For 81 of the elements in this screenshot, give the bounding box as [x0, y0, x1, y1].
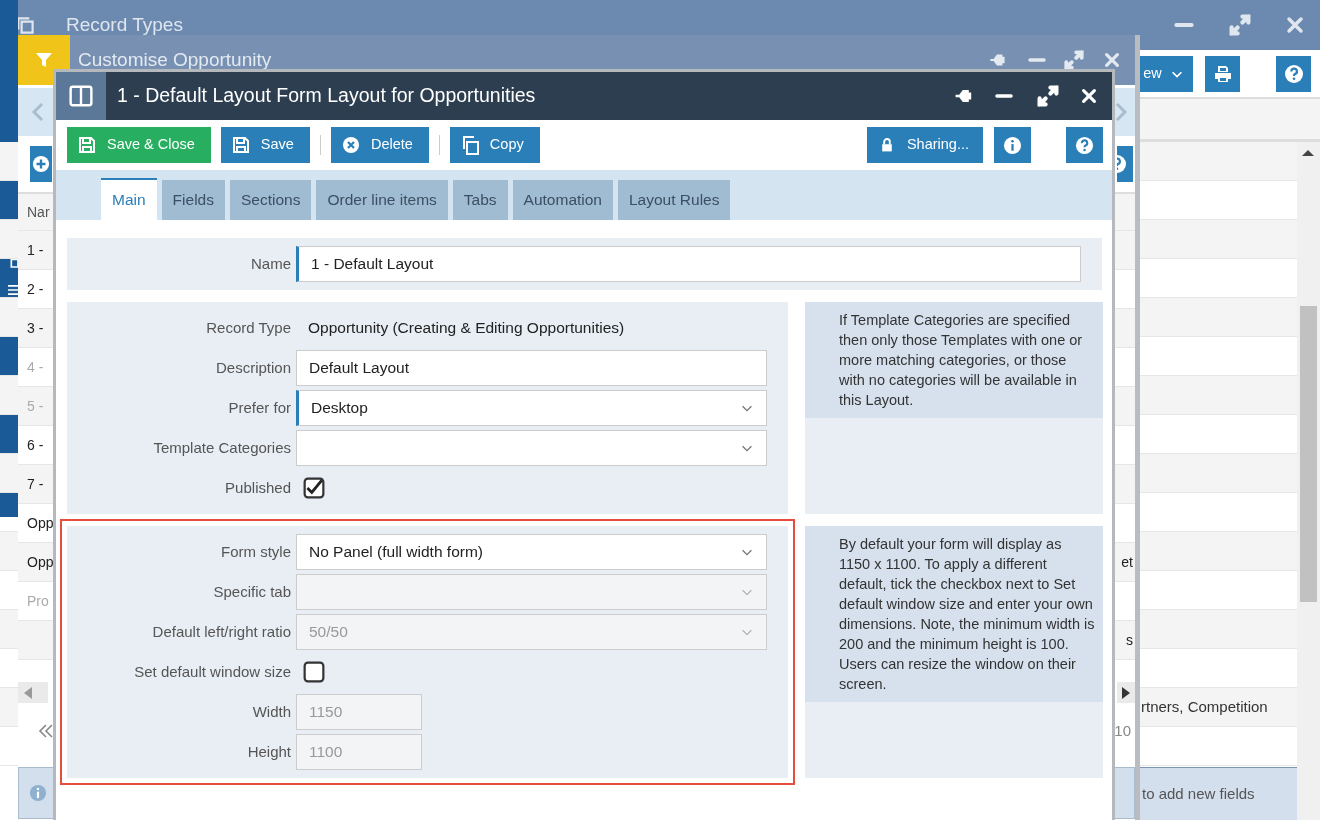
- info-text: If Template Categories are specified then only those Templates with one or more matching categories, or those with no categories will be available in this Layout.: [805, 302, 1103, 418]
- view-dropdown-button[interactable]: ew: [1140, 55, 1193, 92]
- table-cell-text: 6 -: [27, 435, 44, 455]
- tab[interactable]: Main: [101, 178, 157, 220]
- scrollbar[interactable]: [1297, 142, 1320, 820]
- help-button[interactable]: [1276, 55, 1311, 92]
- filter-button[interactable]: [18, 35, 70, 85]
- close-icon[interactable]: [1080, 87, 1098, 105]
- help-icon: [1283, 63, 1304, 84]
- table-cell-text: 4 -: [27, 357, 44, 377]
- table-cell-text: 7 -: [27, 474, 44, 494]
- hint-text: to add new fields: [1142, 783, 1255, 804]
- delete-button[interactable]: Delete: [330, 127, 429, 163]
- field-label: Published: [224, 477, 292, 498]
- tab[interactable]: Layout Rules: [618, 180, 731, 220]
- info-text: By default your form will display as 1150 x 1100. To apply a different default, tick the checkbox next to Set default window size and enter your own dimensions. Note, the minimum width is 200 and the minimum height is 100. Users can resize the window on their screen.: [805, 526, 1103, 702]
- window-title: 1 - Default Layout Form Layout for Opportunities: [117, 83, 536, 109]
- window-stack-icon: [15, 14, 37, 36]
- help-button[interactable]: [1066, 127, 1103, 163]
- right-arrow-icon: [1122, 686, 1130, 699]
- table-cell-text: rtners, Competition: [1141, 696, 1268, 717]
- field-label: Template Categories: [152, 437, 292, 458]
- tab[interactable]: Automation: [512, 180, 613, 220]
- sharing-button[interactable]: Sharing...: [866, 127, 983, 163]
- table-cell-text: 3 -: [27, 318, 44, 338]
- delete-icon: [340, 135, 361, 155]
- field-label: Name: [250, 253, 292, 274]
- scroll-right-button[interactable]: [1117, 682, 1135, 703]
- split-panel-icon: [69, 85, 93, 107]
- table-cell-text: 1 -: [27, 240, 44, 260]
- page-count: 10: [1114, 720, 1131, 741]
- field-label: Set default window size: [133, 661, 292, 682]
- save-icon: [77, 135, 97, 155]
- plus-icon: [32, 155, 50, 173]
- save-button[interactable]: Save: [220, 127, 310, 163]
- save-icon: [230, 135, 251, 155]
- field-label: Height: [246, 741, 292, 762]
- info-button[interactable]: [994, 127, 1031, 163]
- window-title: Record Types: [66, 12, 183, 37]
- add-button[interactable]: [30, 146, 52, 182]
- left-arrow-icon: [24, 686, 32, 699]
- print-button[interactable]: [1205, 55, 1240, 92]
- table-cell-text: 5 -: [27, 396, 44, 416]
- input-field[interactable]: Default Layout: [296, 350, 767, 386]
- table-cell-text: Opp: [27, 552, 54, 572]
- table-cell-text: Opp: [27, 513, 54, 533]
- split-view-button[interactable]: [56, 72, 106, 120]
- field-label: Specific tab: [212, 581, 292, 602]
- field-label: Form style: [220, 541, 292, 562]
- input-field[interactable]: 1 - Default Layout: [296, 246, 1081, 282]
- select-field[interactable]: No Panel (full width form): [296, 534, 767, 570]
- table-cell-text: 2 -: [27, 279, 44, 299]
- sliders-icon[interactable]: [8, 283, 18, 297]
- field-value: Opportunity (Creating & Editing Opportunities): [307, 318, 625, 339]
- table-cell-text: s: [1126, 630, 1133, 650]
- scroll-left-button[interactable]: [18, 682, 48, 703]
- first-page-icon[interactable]: [38, 723, 54, 739]
- tab[interactable]: Sections: [229, 180, 312, 220]
- help-icon: [1075, 135, 1094, 155]
- field-label: Record Type: [205, 317, 292, 338]
- info-icon: [1003, 135, 1022, 155]
- select-field[interactable]: [296, 430, 767, 466]
- printer-icon: [1212, 63, 1233, 84]
- tab[interactable]: Fields: [161, 180, 225, 220]
- help-button[interactable]: [1117, 146, 1133, 182]
- info-icon: [29, 784, 47, 802]
- checkbox[interactable]: [303, 477, 325, 499]
- table-cell-text: Pro: [27, 591, 49, 611]
- field-label: Description: [214, 357, 292, 378]
- copy-button[interactable]: Copy: [449, 127, 540, 163]
- tab[interactable]: Tabs: [452, 180, 508, 220]
- table-cell-text: et: [1121, 552, 1133, 572]
- column-header: Nar: [27, 202, 50, 222]
- window-title: Customise Opportunity: [78, 47, 272, 72]
- tab[interactable]: Order line items: [316, 180, 448, 220]
- checkbox[interactable]: [303, 661, 325, 683]
- select-field[interactable]: Desktop: [296, 390, 767, 426]
- field-label: Width: [251, 701, 292, 722]
- field-label: Prefer for: [227, 397, 292, 418]
- field-label: Default left/right ratio: [151, 621, 292, 642]
- save-close-button[interactable]: Save & Close: [67, 127, 211, 163]
